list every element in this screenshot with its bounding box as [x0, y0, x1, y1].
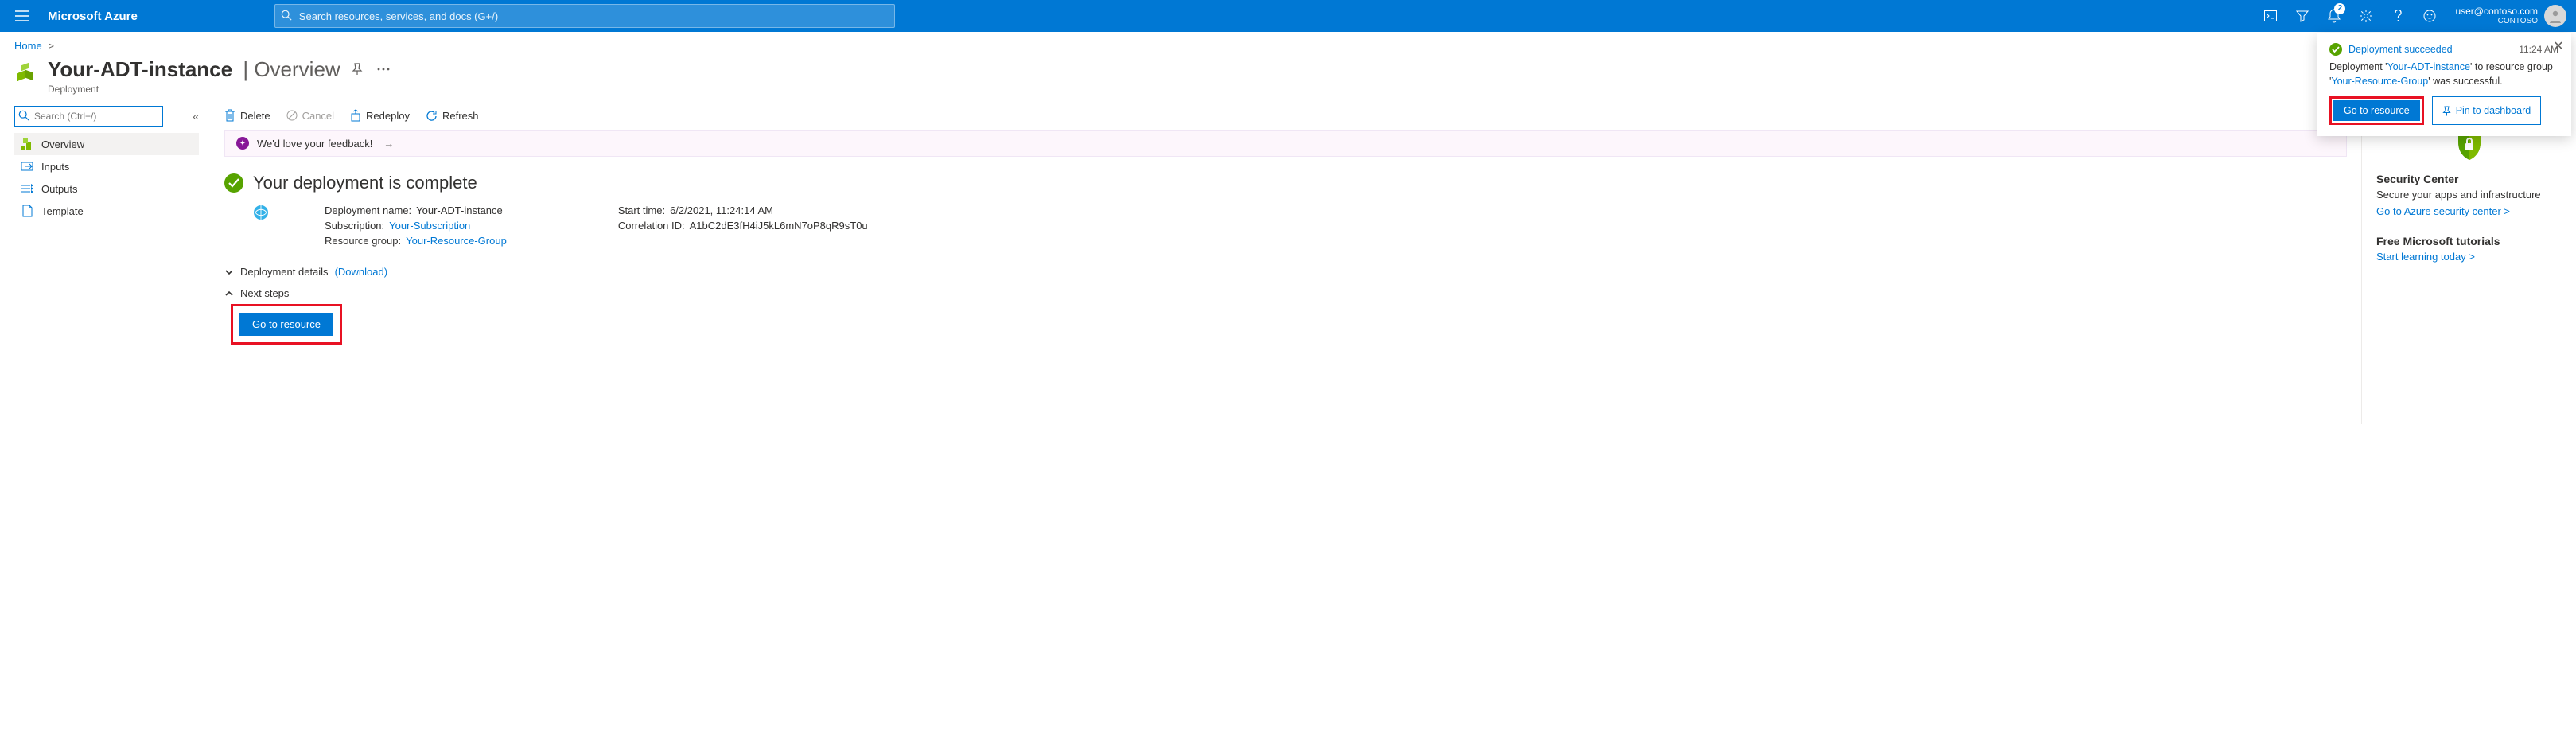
toast-pin-to-dashboard-button[interactable]: Pin to dashboard	[2432, 96, 2542, 125]
sidebar-item-overview[interactable]: Overview	[14, 133, 199, 155]
user-org: CONTOSO	[2498, 17, 2538, 26]
security-center-sub: Secure your apps and infrastructure	[2376, 189, 2562, 201]
command-bar: Delete Cancel Redeploy Refresh	[224, 106, 2347, 130]
notifications-icon[interactable]: 2	[2318, 0, 2350, 32]
megaphone-icon: ✦	[236, 137, 249, 150]
chevron-up-icon	[224, 289, 234, 298]
pin-icon[interactable]	[348, 60, 366, 79]
search-icon	[18, 110, 29, 121]
notification-toast: ✕ Deployment succeeded 11:24 AM Deployme…	[2317, 33, 2571, 136]
success-check-icon	[224, 173, 243, 193]
breadcrumb: Home >	[0, 32, 2576, 55]
brand-label[interactable]: Microsoft Azure	[38, 10, 147, 23]
deployment-name-label: Deployment name:	[325, 205, 411, 216]
feedback-text: We'd love your feedback!	[257, 138, 372, 150]
top-bar: Microsoft Azure 2 user@contoso.com CONTO…	[0, 0, 2576, 32]
toast-body: Deployment 'Your-ADT-instance' to resour…	[2329, 60, 2558, 88]
breadcrumb-separator: >	[45, 40, 57, 52]
resource-name: Your-ADT-instance	[48, 57, 232, 81]
correlation-id-label: Correlation ID:	[618, 220, 685, 232]
cloud-shell-icon[interactable]	[2255, 0, 2286, 32]
sidebar-item-inputs[interactable]: Inputs	[14, 155, 199, 177]
redeploy-button[interactable]: Redeploy	[350, 109, 410, 122]
directory-filter-icon[interactable]	[2286, 0, 2318, 32]
collapse-sidebar-icon[interactable]: «	[193, 110, 199, 123]
page-subtitle: Deployment	[0, 84, 2576, 106]
title-section: | Overview	[238, 57, 340, 81]
content: Delete Cancel Redeploy Refresh ✦ We'd lo…	[207, 106, 2361, 424]
subscription-link[interactable]: Your-Subscription	[389, 220, 470, 232]
resource-group-label: Resource group:	[325, 235, 401, 247]
sidebar-item-label: Outputs	[41, 183, 78, 195]
toast-deployment-link[interactable]: Your-ADT-instance	[2387, 61, 2470, 72]
start-time-value: 6/2/2021, 11:24:14 AM	[670, 205, 773, 216]
next-steps-label: Next steps	[240, 287, 289, 299]
toast-go-to-resource-button[interactable]: Go to resource	[2333, 100, 2420, 121]
right-pane: Security Center Secure your apps and inf…	[2361, 106, 2576, 424]
outputs-icon	[21, 182, 33, 195]
hamburger-menu-icon[interactable]	[6, 0, 38, 32]
more-commands-icon[interactable]	[374, 64, 393, 74]
resource-group-link[interactable]: Your-Resource-Group	[406, 235, 507, 247]
sidebar-item-label: Inputs	[41, 161, 69, 173]
sidebar-search-input[interactable]	[14, 106, 163, 127]
title-row: Your-ADT-instance | Overview	[0, 55, 2576, 84]
subscription-label: Subscription:	[325, 220, 384, 232]
security-center-title: Security Center	[2376, 173, 2562, 185]
page-title: Your-ADT-instance | Overview	[48, 57, 340, 82]
deployment-name-value: Your-ADT-instance	[416, 205, 503, 216]
user-block[interactable]: user@contoso.com CONTOSO	[2446, 6, 2544, 26]
global-search-wrap	[274, 4, 895, 28]
refresh-button[interactable]: Refresh	[426, 110, 479, 122]
resource-type-icon	[253, 205, 269, 247]
close-icon[interactable]: ✕	[2551, 38, 2566, 54]
tutorials-link[interactable]: Start learning today >	[2376, 251, 2562, 263]
search-icon	[281, 10, 292, 21]
deployment-details-toggle[interactable]: Deployment details (Download)	[224, 261, 2347, 282]
delete-button[interactable]: Delete	[224, 109, 270, 122]
template-icon	[21, 205, 33, 217]
overview-icon	[21, 138, 33, 150]
toast-rg-link[interactable]: Your-Resource-Group	[2331, 76, 2428, 87]
breadcrumb-home[interactable]: Home	[14, 40, 42, 52]
notification-badge: 2	[2334, 3, 2345, 14]
avatar[interactable]	[2544, 5, 2566, 27]
feedback-icon[interactable]	[2414, 0, 2446, 32]
correlation-id-value: A1bC2dE3fH4iJ5kL6mN7oP8qR9sT0u	[690, 220, 868, 232]
security-center-link[interactable]: Go to Azure security center >	[2376, 205, 2562, 217]
chevron-down-icon	[224, 267, 234, 277]
deployment-details-label: Deployment details	[240, 266, 329, 278]
status-heading: Your deployment is complete	[253, 173, 477, 193]
help-icon[interactable]	[2382, 0, 2414, 32]
toast-title[interactable]: Deployment succeeded	[2348, 44, 2512, 55]
toast-go-to-resource-highlight: Go to resource	[2329, 96, 2424, 125]
global-search-input[interactable]	[274, 4, 895, 28]
status-row: Your deployment is complete	[224, 173, 2347, 193]
tutorials-title: Free Microsoft tutorials	[2376, 235, 2562, 247]
arrow-right-icon: →	[383, 138, 394, 150]
success-check-icon	[2329, 43, 2342, 56]
cancel-button: Cancel	[286, 110, 334, 122]
sidebar-item-label: Template	[41, 205, 84, 217]
user-email: user@contoso.com	[2455, 6, 2538, 17]
deployment-summary: Deployment name: Your-ADT-instance Subsc…	[253, 205, 2347, 247]
pin-icon	[2442, 106, 2451, 116]
download-link[interactable]: (Download)	[335, 266, 387, 278]
feedback-bar[interactable]: ✦ We'd love your feedback! →	[224, 130, 2347, 157]
sidebar: « Overview Inputs Outputs Template	[0, 106, 207, 424]
sidebar-item-template[interactable]: Template	[14, 200, 199, 222]
sidebar-item-label: Overview	[41, 138, 84, 150]
next-steps-toggle[interactable]: Next steps	[224, 282, 2347, 304]
go-to-resource-button[interactable]: Go to resource	[239, 313, 333, 336]
inputs-icon	[21, 160, 33, 173]
topbar-icons: 2	[2255, 0, 2446, 32]
main-area: « Overview Inputs Outputs Template	[0, 106, 2576, 424]
deployment-blade-icon	[14, 56, 40, 82]
sidebar-item-outputs[interactable]: Outputs	[14, 177, 199, 200]
go-to-resource-highlight: Go to resource	[231, 304, 342, 345]
settings-icon[interactable]	[2350, 0, 2382, 32]
start-time-label: Start time:	[618, 205, 665, 216]
